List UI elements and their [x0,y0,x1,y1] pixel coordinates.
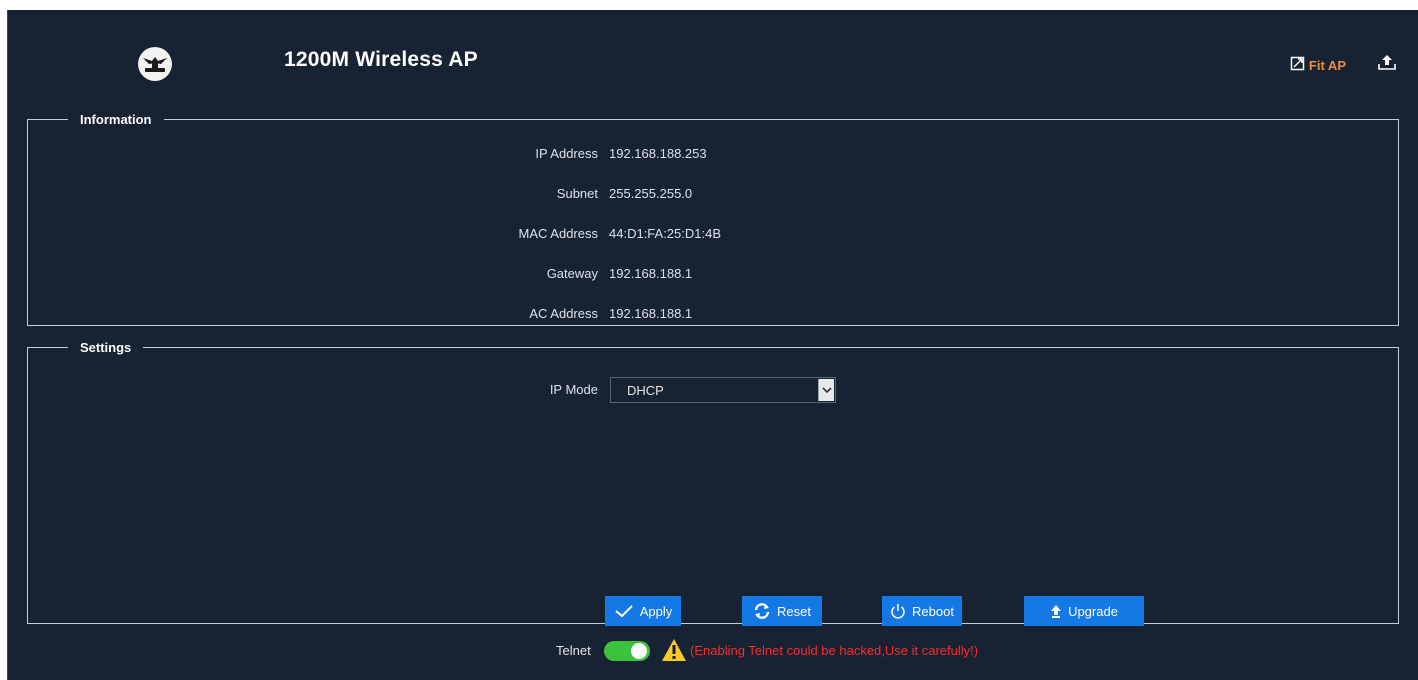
header: 1200M Wireless AP Fit AP [8,10,1418,100]
upload-icon[interactable] [1377,52,1397,77]
upgrade-button[interactable]: Upgrade [1024,596,1144,626]
reboot-label: Reboot [912,603,954,619]
warning-icon [661,638,687,667]
mac-address-value: 44:D1:FA:25:D1:4B [609,226,722,241]
information-legend: Information [80,112,152,127]
fit-ap-button[interactable]: Fit AP [1290,55,1346,76]
telnet-row: Telnet (Enabling Telnet could be hacked,… [8,638,1418,664]
telnet-warning-text: (Enabling Telnet could be hacked,Use it … [690,643,979,658]
fit-ap-icon [1290,55,1306,76]
ip-address-label: IP Address [535,146,598,161]
fit-ap-label: Fit AP [1308,58,1346,73]
info-row-gateway: Gateway 192.168.188.1 [28,266,1398,286]
chevron-down-icon[interactable] [818,379,834,401]
subnet-label: Subnet [556,186,598,201]
brand-logo-icon [138,47,172,81]
telnet-toggle[interactable] [604,641,650,661]
ac-address-value: 192.168.188.1 [609,306,693,321]
ip-mode-value: DHCP [627,383,664,398]
mac-address-label: MAC Address [518,226,598,241]
reboot-button[interactable]: Reboot [882,596,962,626]
toggle-knob [631,643,647,659]
subnet-value: 255.255.255.0 [609,186,693,201]
information-panel: Information IP Address 192.168.188.253 S… [27,112,1399,326]
app-window: 1200M Wireless AP Fit AP Information IP … [7,10,1418,680]
gateway-label: Gateway [546,266,598,281]
info-row-ac: AC Address 192.168.188.1 [28,306,1398,326]
ip-mode-row: IP Mode DHCP [28,377,1398,403]
reset-button[interactable]: Reset [742,596,822,626]
telnet-label: Telnet [556,643,591,658]
gateway-value: 192.168.188.1 [609,266,693,281]
apply-button[interactable]: Apply [605,596,681,626]
upgrade-label: Upgrade [1068,603,1118,619]
reset-label: Reset [777,603,811,619]
settings-legend: Settings [80,340,132,355]
ip-address-value: 192.168.188.253 [609,146,707,161]
refresh-icon [753,603,771,619]
arrow-up-icon [1050,604,1062,618]
settings-panel: Settings IP Mode DHCP Apply Reset Reboot… [27,340,1399,626]
ip-mode-label: IP Mode [549,382,598,397]
ac-address-label: AC Address [529,306,598,321]
info-row-ip: IP Address 192.168.188.253 [28,146,1398,166]
check-icon [614,604,634,618]
info-row-subnet: Subnet 255.255.255.0 [28,186,1398,206]
apply-label: Apply [639,603,673,619]
info-row-mac: MAC Address 44:D1:FA:25:D1:4B [28,226,1398,246]
page-title: 1200M Wireless AP [284,48,478,71]
power-icon [890,603,906,619]
ip-mode-select[interactable]: DHCP [610,377,836,403]
